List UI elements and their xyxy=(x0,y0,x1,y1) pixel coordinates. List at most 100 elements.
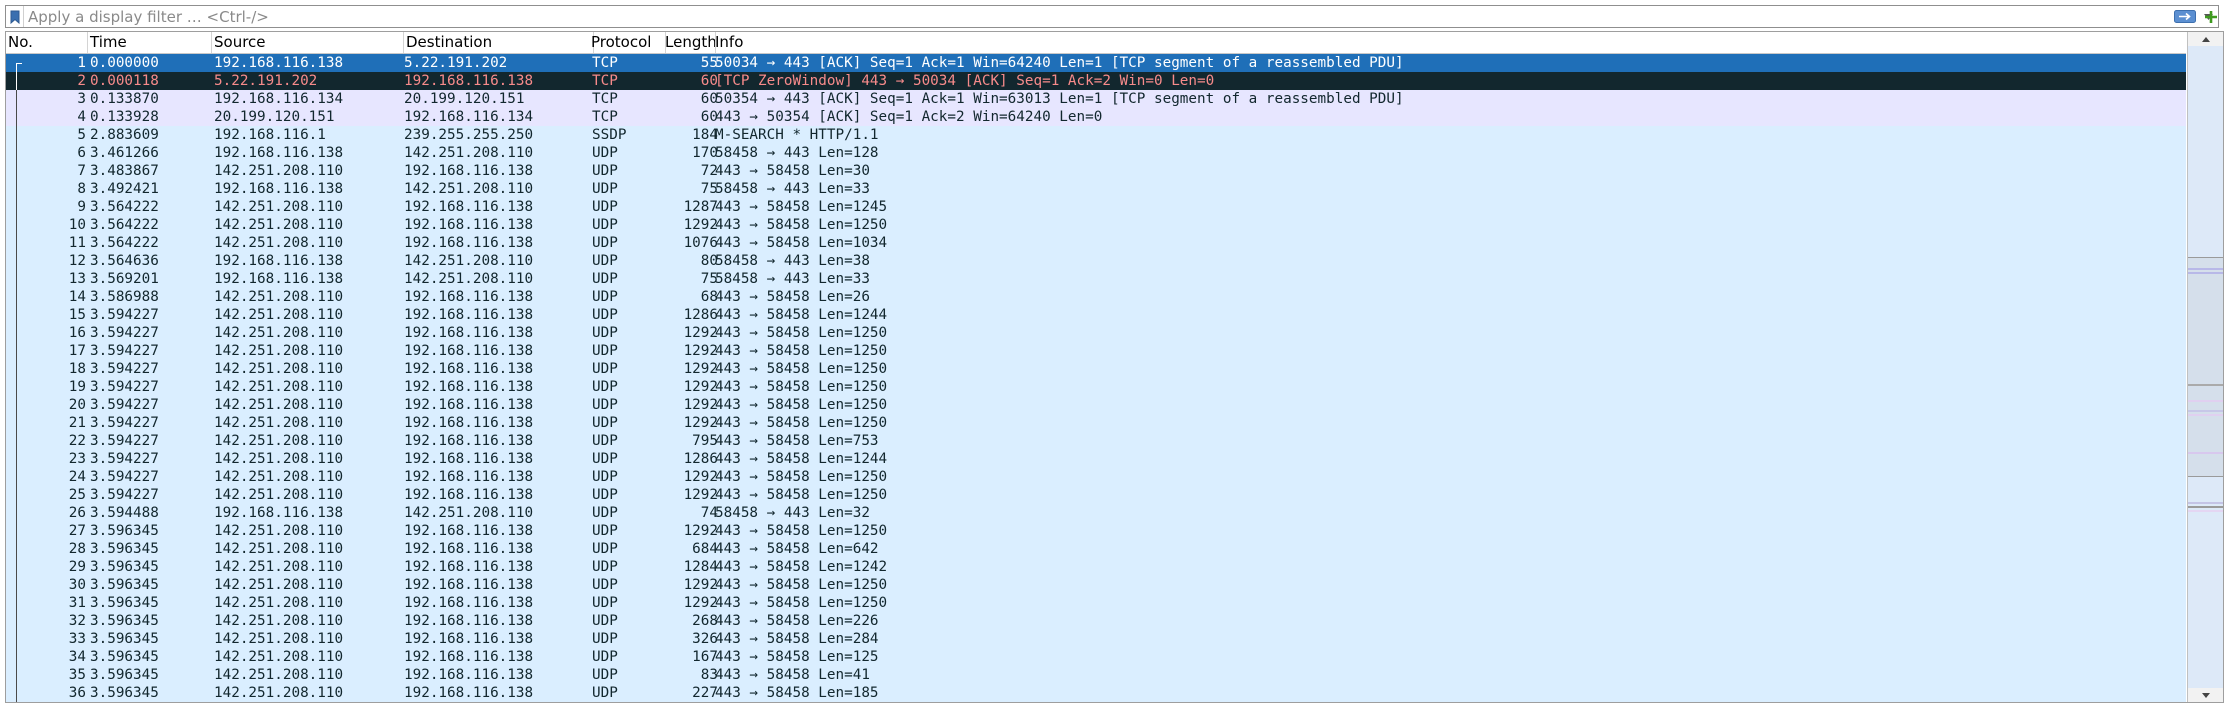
packet-info: 443 → 58458 Len=1250 xyxy=(715,361,888,377)
packet-row[interactable]: 8 3.492421 192.168.116.138 142.251.208.110 U… xyxy=(6,180,2186,198)
column-header-destination[interactable]: Destination xyxy=(404,32,594,53)
packet-row[interactable]: 10 3.564222 142.251.208.110 192.168.116.138… xyxy=(6,216,2186,234)
packet-list-scrollbar[interactable] xyxy=(2187,32,2223,702)
packet-number: 21 xyxy=(68,415,86,431)
packet-source: 192.168.116.138 xyxy=(214,181,344,197)
packet-row[interactable]: 35 3.596345 142.251.208.110 192.168.116.138… xyxy=(6,666,2186,684)
packet-source: 192.168.116.138 xyxy=(214,55,344,71)
packet-time: 3.596345 xyxy=(90,559,159,575)
packet-length: 1076 xyxy=(683,235,718,251)
packet-row[interactable]: 7 3.483867 142.251.208.110 192.168.116.138 U… xyxy=(6,162,2186,180)
packet-number: 13 xyxy=(68,271,86,287)
packet-row[interactable]: 5 2.883609 192.168.116.1 239.255.255.250 SSD… xyxy=(6,126,2186,144)
packet-time: 3.594488 xyxy=(90,505,159,521)
column-header-protocol[interactable]: Protocol xyxy=(589,32,666,53)
packet-protocol: UDP xyxy=(592,361,618,377)
packet-row[interactable]: 3 0.133870 192.168.116.134 20.199.120.151 TC… xyxy=(6,90,2186,108)
packet-source: 142.251.208.110 xyxy=(214,469,344,485)
packet-destination: 192.168.116.138 xyxy=(404,307,534,323)
packet-source: 20.199.120.151 xyxy=(214,109,335,125)
packet-row[interactable]: 28 3.596345 142.251.208.110 192.168.116.138… xyxy=(6,540,2186,558)
column-header-no[interactable]: No. xyxy=(6,32,88,53)
packet-row[interactable]: 36 3.596345 142.251.208.110 192.168.116.138… xyxy=(6,684,2186,702)
scroll-down-button[interactable] xyxy=(2188,688,2223,702)
packet-number: 33 xyxy=(68,631,86,647)
packet-destination: 192.168.116.138 xyxy=(404,667,534,683)
packet-info: 443 → 58458 Len=1244 xyxy=(715,451,888,467)
packet-info: [TCP ZeroWindow] 443 → 50034 [ACK] Seq=1… xyxy=(715,73,1215,89)
packet-info: 443 → 58458 Len=1250 xyxy=(715,343,888,359)
packet-row[interactable]: 25 3.594227 142.251.208.110 192.168.116.138… xyxy=(6,486,2186,504)
packet-row[interactable]: 27 3.596345 142.251.208.110 192.168.116.138… xyxy=(6,522,2186,540)
packet-row[interactable]: 19 3.594227 142.251.208.110 192.168.116.138… xyxy=(6,378,2186,396)
packet-length: 60 xyxy=(700,73,718,89)
packet-source: 142.251.208.110 xyxy=(214,613,344,629)
packet-row[interactable]: 21 3.594227 142.251.208.110 192.168.116.138… xyxy=(6,414,2186,432)
packet-row[interactable]: 29 3.596345 142.251.208.110 192.168.116.138… xyxy=(6,558,2186,576)
packet-length: 1292 xyxy=(683,217,718,233)
packet-source: 192.168.116.138 xyxy=(214,253,344,269)
packet-row[interactable]: 34 3.596345 142.251.208.110 192.168.116.138… xyxy=(6,648,2186,666)
packet-length: 1292 xyxy=(683,361,718,377)
packet-row[interactable]: 16 3.594227 142.251.208.110 192.168.116.138… xyxy=(6,324,2186,342)
packet-destination: 192.168.116.138 xyxy=(404,433,534,449)
packet-row[interactable]: 30 3.596345 142.251.208.110 192.168.116.138… xyxy=(6,576,2186,594)
packet-time: 3.569201 xyxy=(90,271,159,287)
packet-time: 3.594227 xyxy=(90,361,159,377)
packet-row[interactable]: 13 3.569201 192.168.116.138 142.251.208.110… xyxy=(6,270,2186,288)
display-filter-bar xyxy=(5,5,2219,28)
add-filter-button[interactable] xyxy=(2200,5,2222,28)
packet-time: 3.594227 xyxy=(90,487,159,503)
packet-number: 31 xyxy=(68,595,86,611)
packet-number: 11 xyxy=(68,235,86,251)
packet-row[interactable]: 9 3.564222 142.251.208.110 192.168.116.138 U… xyxy=(6,198,2186,216)
packet-row[interactable]: 23 3.594227 142.251.208.110 192.168.116.138… xyxy=(6,450,2186,468)
column-header-time[interactable]: Time xyxy=(88,32,212,53)
column-header-length[interactable]: Length xyxy=(663,32,716,53)
packet-row[interactable]: 1 0.000000 192.168.116.138 5.22.191.202 TCP 5… xyxy=(6,54,2186,72)
arrow-right-icon xyxy=(2174,10,2196,23)
packet-row[interactable]: 26 3.594488 192.168.116.138 142.251.208.110… xyxy=(6,504,2186,522)
column-header-info[interactable]: Info xyxy=(713,32,2186,53)
packet-length: 1292 xyxy=(683,397,718,413)
packet-info: 443 → 58458 Len=125 xyxy=(715,649,879,665)
packet-info: M-SEARCH * HTTP/1.1 xyxy=(715,127,879,143)
packet-row[interactable]: 24 3.594227 142.251.208.110 192.168.116.138… xyxy=(6,468,2186,486)
packet-row[interactable]: 20 3.594227 142.251.208.110 192.168.116.138… xyxy=(6,396,2186,414)
packet-row[interactable]: 6 3.461266 192.168.116.138 142.251.208.110 U… xyxy=(6,144,2186,162)
packet-number: 22 xyxy=(68,433,86,449)
packet-list[interactable]: No. Time Source Destination Protocol Len… xyxy=(5,31,2224,703)
bookmark-icon[interactable] xyxy=(6,6,24,27)
packet-row[interactable]: 33 3.596345 142.251.208.110 192.168.116.138… xyxy=(6,630,2186,648)
packet-protocol: UDP xyxy=(592,559,618,575)
packet-length: 1292 xyxy=(683,379,718,395)
packet-protocol: UDP xyxy=(592,649,618,665)
packet-number: 8 xyxy=(77,181,86,197)
packet-protocol: UDP xyxy=(592,217,618,233)
packet-row[interactable]: 11 3.564222 142.251.208.110 192.168.116.138… xyxy=(6,234,2186,252)
packet-number: 15 xyxy=(68,307,86,323)
packet-destination: 192.168.116.138 xyxy=(404,325,534,341)
apply-filter-button[interactable] xyxy=(2173,8,2197,25)
packet-row[interactable]: 31 3.596345 142.251.208.110 192.168.116.138… xyxy=(6,594,2186,612)
packet-row[interactable]: 4 0.133928 20.199.120.151 192.168.116.134 TC… xyxy=(6,108,2186,126)
packet-time: 3.596345 xyxy=(90,577,159,593)
packet-number: 25 xyxy=(68,487,86,503)
packet-protocol: UDP xyxy=(592,505,618,521)
packet-row[interactable]: 32 3.596345 142.251.208.110 192.168.116.138… xyxy=(6,612,2186,630)
packet-row[interactable]: 18 3.594227 142.251.208.110 192.168.116.138… xyxy=(6,360,2186,378)
packet-row[interactable]: 15 3.594227 142.251.208.110 192.168.116.138… xyxy=(6,306,2186,324)
scroll-up-button[interactable] xyxy=(2188,32,2223,46)
packet-length: 170 xyxy=(692,145,718,161)
display-filter-input[interactable] xyxy=(24,6,2173,27)
packet-row[interactable]: 22 3.594227 142.251.208.110 192.168.116.138… xyxy=(6,432,2186,450)
scroll-thumb[interactable] xyxy=(2188,257,2223,477)
packet-row[interactable]: 2 0.000118 5.22.191.202 192.168.116.138 TCP 6… xyxy=(6,72,2186,90)
packet-destination: 192.168.116.138 xyxy=(404,199,534,215)
packet-number: 34 xyxy=(68,649,86,665)
packet-row[interactable]: 12 3.564636 192.168.116.138 142.251.208.110… xyxy=(6,252,2186,270)
packet-row[interactable]: 17 3.594227 142.251.208.110 192.168.116.138… xyxy=(6,342,2186,360)
column-header-source[interactable]: Source xyxy=(212,32,404,53)
packet-row[interactable]: 14 3.586988 142.251.208.110 192.168.116.138… xyxy=(6,288,2186,306)
packet-time: 3.594227 xyxy=(90,325,159,341)
